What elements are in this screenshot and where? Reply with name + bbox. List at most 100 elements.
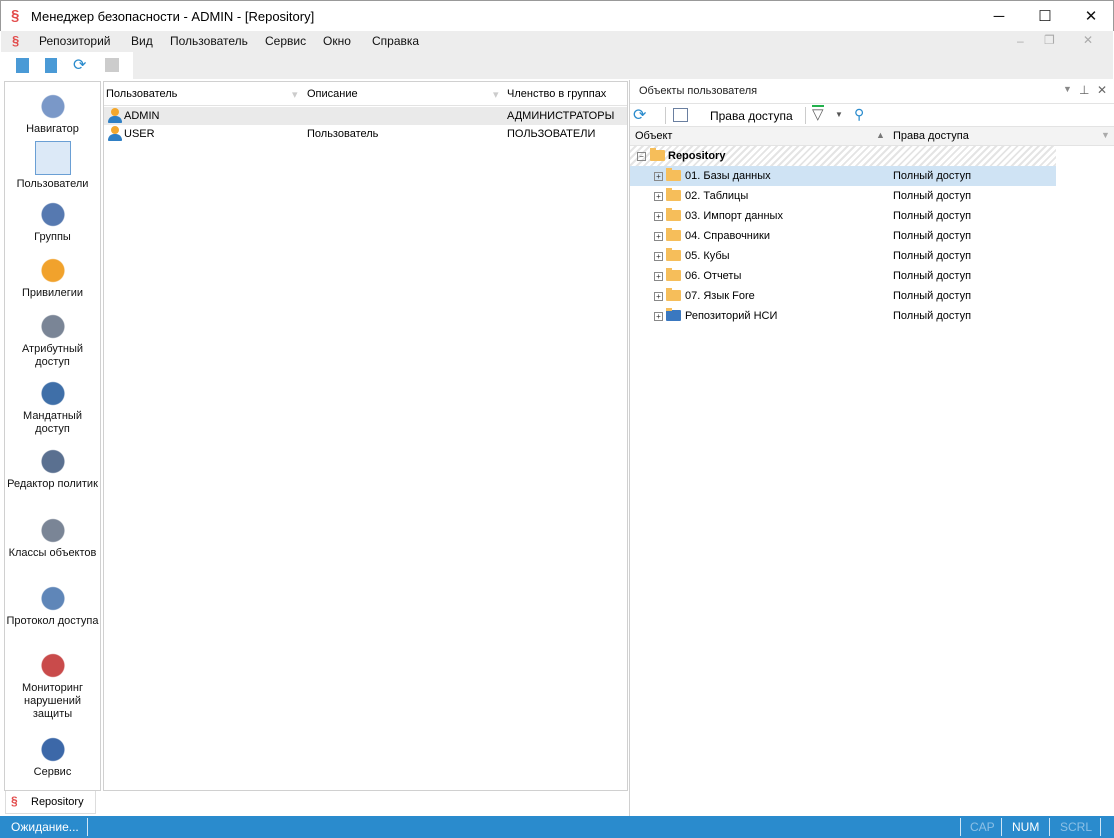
sidebar-item-label: Мандатный доступ (23, 410, 82, 435)
menu-service[interactable]: Сервис (265, 34, 306, 48)
expand-icon[interactable]: + (654, 192, 663, 201)
filter-dropdown-icon[interactable]: ▼ (835, 110, 843, 119)
folder-icon (666, 268, 681, 281)
expand-icon[interactable]: + (654, 312, 663, 321)
attribute-access-icon (36, 310, 69, 340)
panel-close-icon[interactable]: ✕ (1097, 83, 1107, 97)
tree-item-label: 04. Справочники (685, 230, 770, 242)
sidebar-item-6[interactable]: Мандатный доступ (5, 377, 100, 436)
sidebar-item-3[interactable]: Группы (5, 198, 100, 244)
mdi-minimize-button[interactable]: – (1017, 34, 1024, 48)
tree-item[interactable]: +03. Импорт данных Полный доступ (630, 206, 1056, 226)
tree-root[interactable]: − Repository (630, 146, 1056, 166)
sidebar-item-8[interactable]: Классы объектов (5, 514, 100, 560)
mdi-restore-button[interactable]: ❐ (1044, 33, 1055, 47)
sidebar-item-label: Привилегии (22, 287, 83, 299)
tree-item[interactable]: +07. Язык Fore Полный доступ (630, 286, 1056, 306)
search-icon[interactable]: ⚲ (854, 106, 864, 123)
user-icon (108, 126, 122, 142)
column-object[interactable]: Объект (635, 130, 672, 142)
cell-groups: ПОЛЬЗОВАТЕЛИ (507, 128, 596, 140)
sidebar-item-label: Навигатор (26, 123, 79, 135)
tree-item[interactable]: +06. Отчеты Полный доступ (630, 266, 1056, 286)
access-log-icon (36, 582, 69, 612)
pin-icon[interactable]: ⊥ (1079, 83, 1089, 97)
sidebar-item-label: Мониторинг нарушений защиты (21, 682, 83, 720)
tree-item[interactable]: +01. Базы данных Полный доступ (630, 166, 1056, 186)
tab-label: Repository (31, 796, 84, 808)
table-row[interactable]: USER Пользователь ПОЛЬЗОВАТЕЛИ (104, 125, 627, 143)
sidebar-item-7[interactable]: Редактор политик (5, 445, 100, 491)
tree-item[interactable]: + Репозиторий НСИ Полный доступ (630, 306, 1056, 326)
sidebar-item-label: Атрибутный доступ (21, 343, 84, 368)
sidebar-item-10[interactable]: Мониторинг нарушений защиты (5, 649, 100, 721)
sort-ascending-icon: ▲ (876, 130, 885, 140)
edit-properties-icon[interactable] (673, 108, 688, 122)
menu-user[interactable]: Пользователь (170, 34, 248, 48)
navigation-sidebar: Навигатор Пользователи Группы Привилегии Атр… (4, 81, 101, 791)
folder-icon (666, 288, 681, 301)
expand-icon[interactable]: + (654, 232, 663, 241)
cell-user: USER (124, 128, 155, 140)
service-gear-icon (36, 733, 69, 763)
new-document-icon[interactable] (16, 58, 29, 73)
tab-repository[interactable]: § Repository (5, 791, 96, 814)
menu-view[interactable]: Вид (131, 34, 153, 48)
sidebar-item-label: Редактор политик (7, 478, 98, 490)
cell-description: Пользователь (307, 128, 379, 140)
cell-user: ADMIN (124, 110, 160, 122)
maximize-button[interactable]: ☐ (1022, 1, 1068, 31)
sidebar-item-11[interactable]: Сервис (5, 733, 100, 779)
column-user[interactable]: Пользователь (106, 88, 177, 100)
access-rights-button[interactable]: Права доступа (710, 109, 793, 123)
collapse-icon[interactable]: − (637, 152, 646, 161)
users-icon (35, 141, 71, 175)
filter-icon[interactable]: ▽ (812, 105, 824, 123)
expand-icon[interactable]: + (654, 212, 663, 221)
tree-item[interactable]: +02. Таблицы Полный доступ (630, 186, 1056, 206)
sidebar-item-9[interactable]: Протокол доступа (5, 582, 100, 628)
app-logo-icon: § (12, 33, 20, 48)
sidebar-item-4[interactable]: Привилегии (5, 254, 100, 300)
sidebar-item-2[interactable]: Пользователи (17, 141, 88, 191)
sidebar-item-1[interactable]: Навигатор (5, 90, 100, 136)
folder-icon (666, 228, 681, 241)
folder-icon (666, 168, 681, 181)
expand-icon[interactable]: + (654, 292, 663, 301)
objects-header: Объект ▲ Права доступа ▼ (630, 127, 1114, 146)
column-groups[interactable]: Членство в группах (507, 88, 606, 100)
save-icon[interactable] (105, 58, 119, 72)
tree-item[interactable]: +05. Кубы Полный доступ (630, 246, 1056, 266)
window-title: Менеджер безопасности - ADMIN - [Reposit… (31, 9, 315, 24)
refresh-icon[interactable]: ⟳ (73, 55, 86, 75)
tree-item-access: Полный доступ (893, 270, 972, 282)
app-logo-icon: § (11, 794, 18, 808)
policy-editor-icon (36, 445, 69, 475)
menu-repository[interactable]: Репозиторий (39, 34, 111, 48)
menu-help[interactable]: Справка (372, 34, 419, 48)
sidebar-item-5[interactable]: Атрибутный доступ (5, 310, 100, 369)
tree-item[interactable]: +04. Справочники Полный доступ (630, 226, 1056, 246)
folder-icon (666, 208, 681, 221)
sidebar-item-label: Классы объектов (8, 547, 97, 559)
expand-icon[interactable]: + (654, 252, 663, 261)
caps-lock-indicator: CAP (970, 820, 995, 834)
close-button[interactable]: ✕ (1068, 1, 1114, 31)
mdi-close-button[interactable]: ✕ (1083, 33, 1093, 47)
open-document-icon[interactable] (45, 58, 57, 73)
panel-menu-icon[interactable]: ▼ (1063, 84, 1072, 94)
menu-window[interactable]: Окно (323, 34, 351, 48)
table-row[interactable]: ADMIN АДМИНИСТРАТОРЫ (104, 107, 627, 125)
users-table-header: Пользователь ▾ Описание ▾ Членство в гру… (104, 82, 627, 106)
column-chooser-icon[interactable]: ▼ (1101, 130, 1110, 140)
refresh-icon[interactable]: ⟳ (633, 105, 646, 125)
column-access-rights[interactable]: Права доступа (893, 130, 969, 142)
status-text: Ожидание... (11, 820, 79, 834)
expand-icon[interactable]: + (654, 172, 663, 181)
expand-icon[interactable]: + (654, 272, 663, 281)
users-table: Пользователь ▾ Описание ▾ Членство в гру… (103, 81, 628, 791)
sort-icon: ▾ (292, 89, 298, 101)
minimize-button[interactable]: ─ (976, 1, 1022, 31)
column-description[interactable]: Описание (307, 88, 358, 100)
tree-item-access: Полный доступ (893, 210, 972, 222)
